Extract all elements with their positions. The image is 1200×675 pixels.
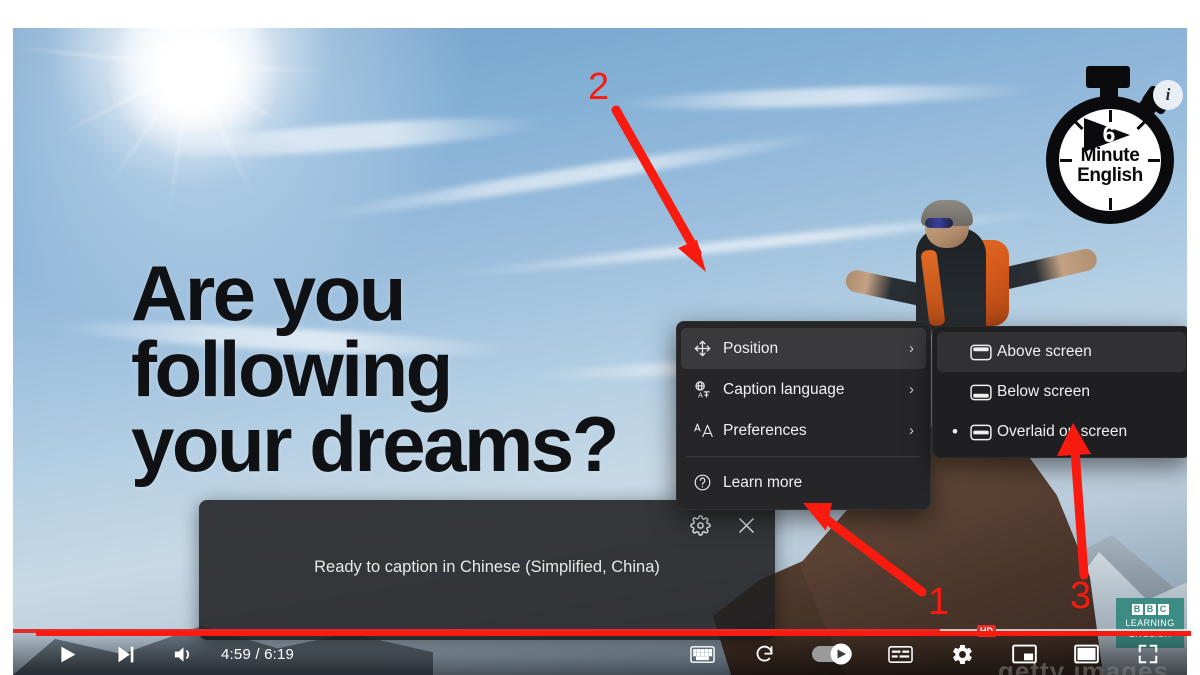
move-icon: [693, 339, 723, 358]
caption-above-icon: [965, 344, 997, 361]
replay-button[interactable]: [743, 634, 785, 674]
caption-overlay-icon: [965, 424, 997, 441]
next-button[interactable]: [105, 634, 145, 674]
bbc-letter-c: C: [1157, 604, 1169, 615]
translate-globe-icon: A: [693, 380, 723, 399]
keyboard-button[interactable]: [681, 634, 723, 674]
player-controls-left: 4:59 / 6:19: [13, 634, 294, 674]
bbc-letter-b2: B: [1144, 604, 1156, 615]
bbc-logo-line1: LEARNING: [1125, 618, 1175, 628]
caption-close-button[interactable]: [731, 510, 761, 540]
caption-bar-controls: [685, 510, 761, 540]
player-controls-bar: 4:59 / 6:19 HD: [13, 625, 1187, 675]
menu-item-label: Position: [723, 339, 779, 357]
menu-divider: [687, 456, 920, 457]
submenu-item-label: Above screen: [997, 343, 1092, 360]
bbc-letter-b1: B: [1131, 604, 1143, 615]
submenu-item-below-screen[interactable]: Below screen: [937, 372, 1186, 412]
stopwatch-label-english: English: [1077, 165, 1143, 186]
hiker-sunglasses: [925, 218, 953, 228]
stopwatch-tick: [1109, 198, 1112, 210]
submenu-item-label: Overlaid on screen: [997, 423, 1128, 440]
help-circle-icon: [693, 473, 723, 492]
svg-text:A: A: [698, 391, 703, 399]
player-controls-right: HD: [681, 625, 1187, 674]
submenu-item-above-screen[interactable]: Above screen: [937, 332, 1186, 372]
chevron-right-icon: ›: [909, 340, 914, 357]
caption-context-menu[interactable]: Position › A Caption language › Preferen…: [676, 321, 931, 510]
font-size-icon: [693, 421, 723, 440]
menu-item-label: Preferences: [723, 421, 807, 439]
chevron-right-icon: ›: [909, 422, 914, 439]
menu-item-label: Caption language: [723, 380, 845, 398]
fullscreen-button[interactable]: [1127, 634, 1169, 674]
theater-button[interactable]: [1065, 634, 1107, 674]
position-submenu[interactable]: Above screen Below screen • Overlaid on …: [932, 326, 1187, 458]
chevron-right-icon: ›: [909, 381, 914, 398]
caption-below-icon: [965, 384, 997, 401]
play-button[interactable]: [47, 634, 87, 674]
time-display: 4:59 / 6:19: [221, 645, 295, 663]
video-player[interactable]: Are you following your dreams? 6 Minute …: [13, 28, 1187, 675]
menu-item-caption-language[interactable]: A Caption language ›: [681, 369, 926, 410]
autoplay-toggle[interactable]: [805, 634, 859, 674]
live-caption-bar[interactable]: Ready to caption in Chinese (Simplified,…: [199, 500, 775, 640]
volume-button[interactable]: [163, 634, 203, 674]
submenu-item-label: Below screen: [997, 383, 1091, 400]
settings-button[interactable]: HD: [941, 625, 996, 674]
screenshot-root: Are you following your dreams? 6 Minute …: [0, 0, 1200, 675]
submenu-item-overlaid-on-screen[interactable]: • Overlaid on screen: [937, 412, 1186, 452]
caption-settings-button[interactable]: [685, 510, 715, 540]
subtitles-button[interactable]: [879, 634, 921, 674]
selected-bullet: •: [952, 422, 958, 441]
menu-item-preferences[interactable]: Preferences ›: [681, 410, 926, 451]
miniplayer-button[interactable]: [1003, 634, 1045, 674]
video-title-overlay: Are you following your dreams?: [131, 249, 619, 489]
menu-item-position[interactable]: Position ›: [681, 328, 926, 369]
hd-badge: HD: [977, 625, 996, 637]
info-icon[interactable]: i: [1153, 80, 1183, 110]
bbc-blocks: B B C: [1116, 604, 1184, 615]
caption-status-text: Ready to caption in Chinese (Simplified,…: [314, 558, 660, 576]
stopwatch-label-minute: Minute: [1080, 145, 1140, 166]
menu-item-learn-more[interactable]: Learn more: [681, 462, 926, 503]
stopwatch-number: 6: [1102, 121, 1116, 147]
menu-item-label: Learn more: [723, 473, 803, 491]
